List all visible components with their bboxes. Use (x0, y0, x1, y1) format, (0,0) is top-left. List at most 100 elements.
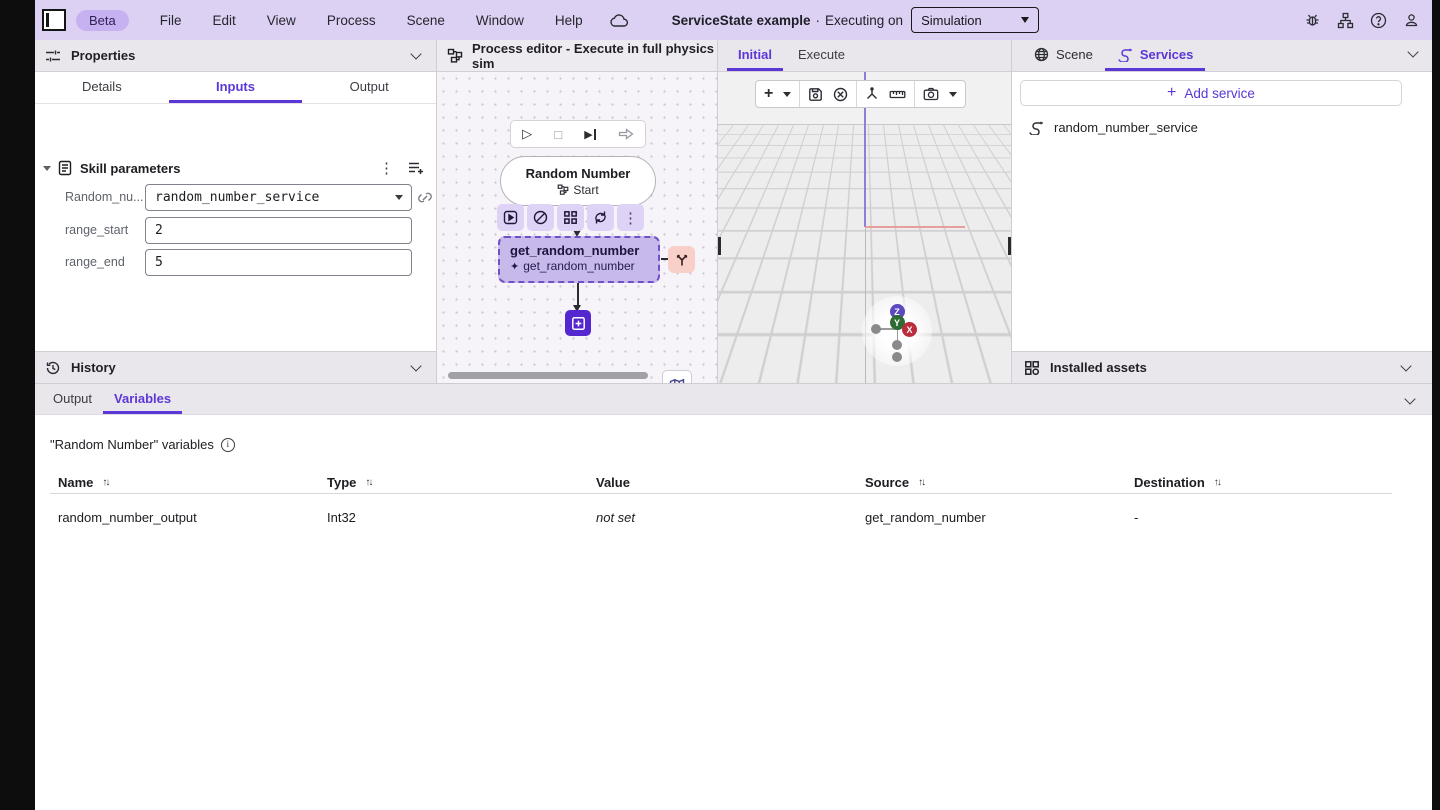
properties-header[interactable]: Properties (35, 40, 436, 72)
menu-help[interactable]: Help (555, 13, 583, 28)
gizmo-neg-x-handle[interactable] (871, 324, 881, 334)
sort-icon[interactable]: ↑↓ (1214, 477, 1220, 488)
skill-parameters-title: Skill parameters (80, 161, 180, 176)
service-name: random_number_service (1054, 120, 1198, 135)
stop-icon[interactable]: □ (554, 127, 562, 142)
title-separator: · (816, 13, 821, 28)
installed-assets-bar[interactable]: Installed assets (1012, 351, 1432, 383)
playlist-add-icon[interactable] (408, 161, 424, 175)
gizmo-neg-y-handle[interactable] (892, 340, 902, 350)
chevron-down-icon[interactable] (1407, 46, 1418, 57)
sort-icon[interactable]: ↑↓ (918, 477, 924, 488)
service-list-item[interactable]: random_number_service (1028, 120, 1198, 135)
add-object-icon[interactable]: + (764, 85, 773, 103)
chevron-down-icon[interactable] (410, 48, 421, 59)
scene-services-tabs: Scene Services (1012, 40, 1432, 72)
dropdown-caret-icon (1021, 17, 1029, 23)
process-editor-header: Process editor - Execute in full physics… (437, 40, 717, 72)
add-object-caret-icon[interactable] (783, 92, 791, 97)
run-icon[interactable]: ▷ (522, 126, 532, 142)
group-nodes-icon[interactable] (557, 204, 584, 231)
cell-type: Int32 (319, 505, 588, 529)
cancel-icon[interactable] (833, 87, 848, 102)
window-left-edge (0, 0, 35, 810)
tab-initial[interactable]: Initial (727, 40, 783, 71)
app-logo[interactable] (42, 9, 66, 31)
process-tree-icon[interactable] (1336, 11, 1354, 29)
sort-icon[interactable]: ↑↓ (102, 477, 108, 488)
add-node-button[interactable] (565, 310, 591, 336)
debug-icon[interactable] (1303, 11, 1321, 29)
info-icon[interactable]: i (221, 438, 235, 452)
viewport-toolbar: + (755, 80, 966, 108)
service-select[interactable] (145, 184, 412, 211)
more-vertical-icon[interactable]: ⋮ (617, 204, 644, 231)
minimap-toggle-button[interactable] (662, 370, 692, 383)
panel-resize-handle-right[interactable] (1008, 237, 1011, 255)
x-axis-line (865, 226, 965, 228)
range-end-input[interactable] (145, 249, 412, 276)
cloud-sync-icon[interactable] (609, 13, 629, 28)
step-icon[interactable]: ▶ (584, 128, 596, 141)
environment-value: Simulation (921, 13, 982, 28)
tab-inputs[interactable]: Inputs (169, 72, 303, 103)
history-icon (45, 360, 61, 376)
collapse-caret-icon[interactable] (43, 166, 51, 171)
skip-icon[interactable] (618, 128, 634, 140)
account-icon[interactable] (1402, 11, 1420, 29)
save-icon[interactable] (808, 87, 823, 102)
viewport-3d-scene[interactable]: Z Y X + (718, 72, 1011, 383)
loop-icon[interactable] (587, 204, 614, 231)
skill-node-get-random-number[interactable]: get_random_number ✦ get_random_number (498, 236, 660, 283)
field-row-range-start: range_start (35, 216, 436, 244)
sort-icon[interactable]: ↑↓ (365, 477, 371, 488)
history-bar[interactable]: History (35, 351, 436, 383)
table-row[interactable]: random_number_output Int32 not set get_r… (50, 505, 1392, 529)
tab-services[interactable]: Services (1105, 40, 1206, 71)
menu-process[interactable]: Process (327, 13, 376, 28)
column-header-destination[interactable]: Destination ↑↓ (1126, 471, 1392, 493)
branch-button[interactable] (668, 246, 695, 273)
frame-axes-icon[interactable] (865, 87, 879, 101)
gizmo-x-handle[interactable]: X (902, 322, 917, 337)
service-select-input[interactable] (145, 184, 412, 211)
environment-select[interactable]: Simulation (911, 7, 1039, 33)
menu-window[interactable]: Window (476, 13, 524, 28)
tab-output[interactable]: Output (42, 384, 103, 414)
ruler-icon[interactable] (889, 89, 906, 100)
gizmo-neg-z-handle[interactable] (892, 352, 902, 362)
chevron-down-icon[interactable] (410, 360, 421, 371)
tab-execute[interactable]: Execute (787, 40, 856, 71)
more-vertical-icon[interactable]: ⋮ (379, 159, 394, 177)
tab-scene[interactable]: Scene (1022, 40, 1105, 71)
tab-output[interactable]: Output (302, 72, 436, 103)
cell-destination: - (1126, 505, 1392, 529)
tab-details[interactable]: Details (35, 72, 169, 103)
process-canvas[interactable]: ▷ □ ▶ Random Number (437, 72, 717, 383)
disable-node-icon[interactable] (527, 204, 554, 231)
chevron-down-icon[interactable] (1400, 360, 1411, 371)
tab-variables[interactable]: Variables (103, 384, 182, 414)
add-service-button[interactable]: + Add service (1020, 80, 1402, 106)
column-header-name[interactable]: Name ↑↓ (50, 471, 319, 493)
globe-icon (1034, 47, 1049, 62)
tab-services-label: Services (1140, 47, 1194, 62)
menu-edit[interactable]: Edit (213, 13, 236, 28)
start-node[interactable]: Random Number Start (500, 156, 656, 206)
run-from-here-icon[interactable] (497, 204, 524, 231)
column-header-type[interactable]: Type ↑↓ (319, 471, 588, 493)
horizontal-scrollbar[interactable] (448, 372, 648, 379)
panel-resize-handle-left[interactable] (718, 237, 721, 255)
plus-icon: + (1167, 84, 1176, 102)
menu-view[interactable]: View (267, 13, 296, 28)
camera-icon[interactable] (923, 87, 939, 101)
menu-file[interactable]: File (160, 13, 182, 28)
link-variable-icon[interactable] (418, 190, 432, 205)
column-header-source[interactable]: Source ↑↓ (857, 471, 1126, 493)
range-start-input[interactable] (145, 217, 412, 244)
menu-scene[interactable]: Scene (407, 13, 445, 28)
chevron-down-icon[interactable] (1404, 393, 1415, 404)
help-icon[interactable] (1369, 11, 1387, 29)
sparkle-icon: ✦ (510, 260, 519, 273)
camera-caret-icon[interactable] (949, 92, 957, 97)
